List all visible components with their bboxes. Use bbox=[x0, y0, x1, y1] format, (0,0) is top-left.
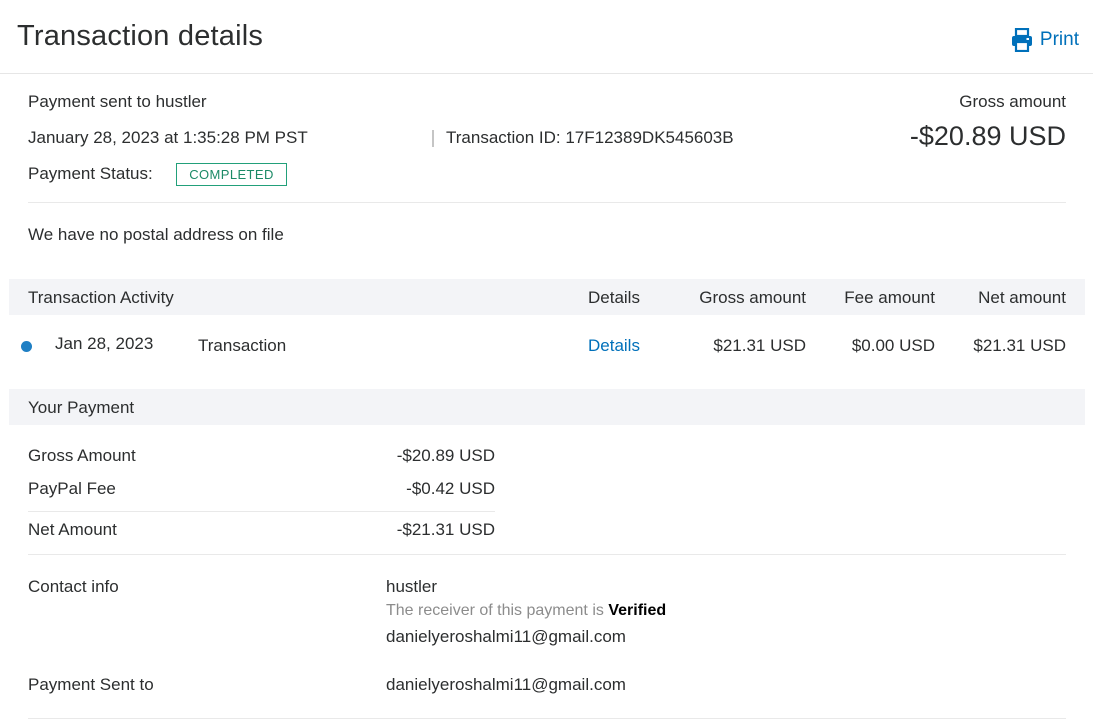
gross-amount-row-label: Gross Amount bbox=[28, 446, 136, 465]
paypal-fee-value: -$0.42 USD bbox=[406, 479, 495, 498]
verified-status: The receiver of this payment is Verified bbox=[386, 602, 666, 620]
column-fee-amount: Fee amount bbox=[844, 288, 935, 307]
bottom-divider bbox=[28, 718, 1066, 719]
column-net-amount: Net amount bbox=[978, 288, 1066, 307]
verified-word: Verified bbox=[608, 602, 667, 619]
paypal-fee-label: PayPal Fee bbox=[28, 479, 116, 498]
postal-address-note: We have no postal address on file bbox=[28, 225, 284, 244]
payment-status-label: Payment Status: bbox=[28, 164, 153, 183]
net-amount-label: Net Amount bbox=[28, 520, 117, 539]
contact-email: danielyeroshalmi11@gmail.com bbox=[386, 627, 626, 646]
status-badge: COMPLETED bbox=[176, 163, 287, 186]
summary-divider bbox=[28, 202, 1066, 203]
row-fee-amount: $0.00 USD bbox=[851, 336, 935, 355]
gross-amount-label: Gross amount bbox=[959, 92, 1066, 111]
payment-header-band bbox=[9, 389, 1085, 425]
transaction-datetime: January 28, 2023 at 1:35:28 PM PST bbox=[28, 128, 308, 147]
gross-amount-row-value: -$20.89 USD bbox=[396, 446, 495, 465]
net-amount-value: -$21.31 USD bbox=[396, 520, 495, 539]
payment-sent-to: Payment sent to hustler bbox=[28, 92, 207, 111]
row-net-amount: $21.31 USD bbox=[973, 336, 1066, 355]
contact-name: hustler bbox=[386, 577, 438, 596]
column-details: Details bbox=[588, 288, 640, 307]
payment-divider bbox=[28, 554, 1066, 555]
payment-items-divider bbox=[28, 511, 495, 512]
gross-amount-value: -$20.89 USD bbox=[909, 121, 1066, 151]
print-button[interactable]: Print bbox=[1011, 28, 1079, 52]
payment-section-title: Your Payment bbox=[28, 398, 135, 417]
transaction-id: Transaction ID: 17F12389DK545603B bbox=[446, 128, 734, 147]
contact-info-label: Contact info bbox=[28, 577, 119, 596]
payment-sent-to-label: Payment Sent to bbox=[28, 675, 154, 694]
header-divider bbox=[0, 73, 1093, 74]
page-title: Transaction details bbox=[17, 20, 264, 52]
status-dot-icon bbox=[21, 341, 32, 352]
vertical-separator bbox=[432, 130, 434, 147]
verified-prefix: The receiver of this payment is bbox=[386, 602, 604, 619]
printer-icon bbox=[1011, 28, 1040, 52]
row-details-link[interactable]: Details bbox=[588, 336, 640, 356]
row-date: Jan 28, 2023 bbox=[55, 334, 154, 353]
activity-title: Transaction Activity bbox=[28, 288, 174, 307]
row-gross-amount: $21.31 USD bbox=[713, 336, 806, 355]
row-type: Transaction bbox=[198, 336, 287, 355]
payment-sent-to-email: danielyeroshalmi11@gmail.com bbox=[386, 675, 626, 694]
print-label: Print bbox=[1039, 29, 1079, 50]
column-gross-amount: Gross amount bbox=[699, 288, 806, 307]
